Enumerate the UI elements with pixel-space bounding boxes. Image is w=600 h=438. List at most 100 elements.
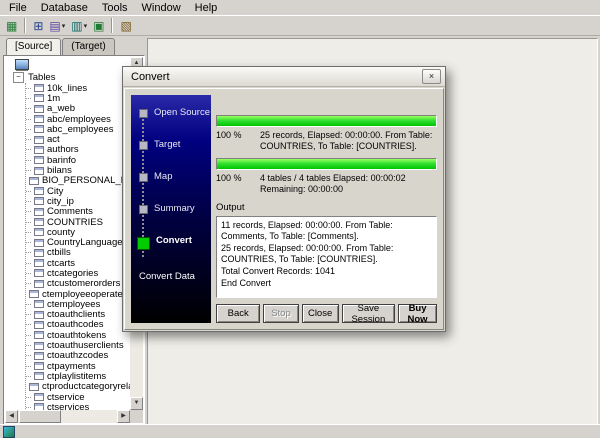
menu-item[interactable]: Help (188, 1, 225, 15)
export-button[interactable]: ▤▾ (46, 17, 68, 34)
dropdown-arrow-icon[interactable]: ▾ (62, 22, 66, 30)
table-tree-item[interactable]: City (26, 186, 130, 196)
table-grid-icon (34, 105, 44, 113)
dialog-buttons: Back Stop Close Save Session Buy Now (216, 304, 437, 323)
table-grid-icon (29, 177, 39, 185)
table-grid-icon (34, 197, 44, 205)
table-tree-item[interactable]: 10k_lines (26, 83, 130, 93)
wizard-step: Target (139, 139, 211, 171)
table-tree-item[interactable]: ctcarts (26, 258, 130, 268)
table-tree-item[interactable]: act (26, 134, 130, 144)
step-marker-icon (139, 205, 148, 214)
menu-item[interactable]: File (2, 1, 34, 15)
scroll-right-icon[interactable]: ▶ (117, 410, 130, 423)
table-tree-item[interactable]: ctoauthzcodes (26, 351, 130, 361)
step-label: Summary (154, 203, 195, 214)
table-tree-item[interactable]: Comments (26, 207, 130, 217)
buy-now-button[interactable]: Buy Now (398, 304, 437, 323)
output-log[interactable]: 11 records, Elapsed: 00:00:00. From Tabl… (216, 216, 437, 298)
close-icon[interactable]: × (422, 69, 441, 84)
menubar: File Database Tools Window Help (0, 0, 600, 15)
table-tree-item[interactable]: ctcustomerorders (26, 279, 130, 289)
dropdown-arrow-icon[interactable]: ▾ (84, 22, 88, 30)
table-progressbar-fill (217, 116, 436, 126)
table-tree-item[interactable]: abc_employees (26, 124, 130, 134)
table-tree-item[interactable]: a_web (26, 104, 130, 114)
table-tree-item[interactable]: ctoauthuserclients (26, 340, 130, 350)
table-tree-item[interactable]: COUNTRIES (26, 217, 130, 227)
data-icon: ▣ (93, 20, 104, 32)
table-tree-item[interactable]: ctoauthtokens (26, 330, 130, 340)
table-tree-item[interactable]: BIO_PERSONAL_INF (26, 176, 130, 186)
step-label: Map (154, 171, 172, 182)
dialog-titlebar[interactable]: Convert × (123, 67, 445, 87)
status-icon (3, 426, 15, 438)
table-tree-item[interactable]: city_ip (26, 196, 130, 206)
table-tree-item[interactable]: ctoauthcodes (26, 320, 130, 330)
table-tree-item[interactable]: ctservice (26, 392, 130, 402)
table-tree-item[interactable]: ctproductcategoryrelation (26, 382, 130, 392)
table-tree-item[interactable]: ctemployeeoperatelog (26, 289, 130, 299)
table-tree-item[interactable]: 1m (26, 93, 130, 103)
table-tree-item[interactable]: ctoauthclients (26, 310, 130, 320)
table-tree-item[interactable]: ctcategories (26, 268, 130, 278)
table-grid-icon (29, 383, 39, 391)
table-grid-icon (34, 342, 44, 350)
scrollbar-corner (130, 410, 143, 423)
table-button[interactable]: ▦ (3, 17, 20, 34)
tree-node-tables[interactable]: − Tables (5, 71, 130, 83)
horizontal-scroll-thumb[interactable] (19, 410, 61, 423)
table-grid-icon (34, 208, 44, 216)
window-button[interactable]: ⊞ (30, 17, 46, 34)
table-tree-item[interactable]: county (26, 227, 130, 237)
table-grid-icon (34, 84, 44, 92)
table-tree-item[interactable]: ctemployees (26, 299, 130, 309)
table-progress-detail: 25 records, Elapsed: 00:00:00. From Tabl… (260, 130, 437, 152)
menu-item[interactable]: Window (135, 1, 188, 15)
database-icon: ▧ (120, 20, 131, 32)
step-label: Convert (156, 235, 192, 246)
table-tree-item[interactable]: ctbills (26, 248, 130, 258)
convert-progress-pane: 100 % 25 records, Elapsed: 00:00:00. Fro… (216, 95, 437, 323)
wizard-step: Convert (139, 235, 211, 267)
data-button[interactable]: ▣ (90, 17, 107, 34)
wizard-caption: Convert Data (139, 271, 211, 282)
table-grid-icon (34, 249, 44, 257)
table-grid-icon (34, 311, 44, 319)
tree-root-node[interactable] (5, 57, 130, 71)
tables-list: 10k_lines 1m a_web (25, 83, 130, 410)
close-button[interactable]: Close (302, 304, 339, 323)
back-button[interactable]: Back (216, 304, 260, 323)
save-session-button[interactable]: Save Session (342, 304, 395, 323)
table-tree-item[interactable]: CountryLanguage (26, 237, 130, 247)
table-grid-icon (34, 372, 44, 380)
window-icon: ⊞ (33, 20, 43, 32)
database-button[interactable]: ▧ (117, 17, 134, 34)
table-tree-item[interactable]: ctplaylistitems (26, 371, 130, 381)
menu-item[interactable]: Database (34, 1, 95, 15)
menu-item[interactable]: Tools (95, 1, 135, 15)
step-label: Open Source (154, 107, 210, 118)
scroll-down-icon[interactable]: ▼ (130, 397, 143, 410)
table-tree-item[interactable]: barinfo (26, 155, 130, 165)
wizard-steps: Open Source Target Map (139, 107, 211, 267)
table-tree-item[interactable]: abc/employees (26, 114, 130, 124)
total-progressbar (216, 158, 437, 170)
table-grid-icon (34, 167, 44, 175)
collapse-icon[interactable]: − (13, 72, 24, 83)
stop-button[interactable]: Stop (263, 304, 298, 323)
view-button[interactable]: ▥▾ (68, 17, 90, 34)
table-tree-item[interactable]: ctpayments (26, 361, 130, 371)
tree-horizontal-scrollbar[interactable]: ◀ ▶ (5, 410, 130, 423)
table-tree-item[interactable]: ctservices (26, 402, 130, 410)
tab-target[interactable]: (Target) (62, 38, 114, 55)
table-grid-icon (29, 290, 39, 298)
tab-source[interactable]: [Source] (6, 38, 61, 55)
table-tree-item[interactable]: bilans (26, 165, 130, 175)
table-progress-percent: 100 % (216, 130, 254, 152)
panel-tabs: [Source] (Target) (3, 38, 146, 55)
tables-tree: − Tables 10k_lines (5, 57, 130, 410)
table-tree-item[interactable]: authors (26, 145, 130, 155)
table-grid-icon (34, 352, 44, 360)
scroll-left-icon[interactable]: ◀ (5, 410, 18, 423)
